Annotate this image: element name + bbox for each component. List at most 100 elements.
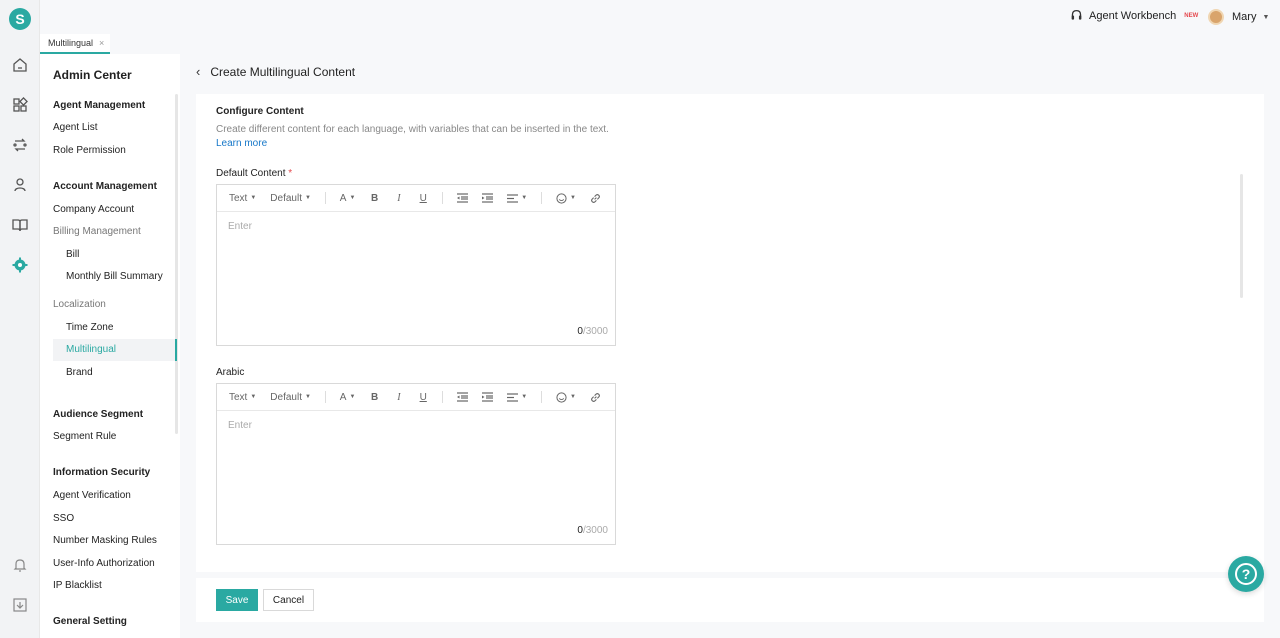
page-title: Create Multilingual Content bbox=[210, 64, 356, 79]
sidebar-item-agent-list[interactable]: Agent List bbox=[53, 122, 97, 133]
back-arrow-icon[interactable]: ‹ bbox=[196, 64, 200, 79]
help-button[interactable]: ? bbox=[1228, 556, 1264, 592]
save-button[interactable]: Save bbox=[216, 589, 258, 611]
agent-workbench-label: Agent Workbench bbox=[1089, 9, 1177, 22]
link-icon[interactable] bbox=[590, 391, 601, 403]
emoji-dropdown[interactable]: ▼ bbox=[556, 391, 576, 403]
char-counter: 0/3000 bbox=[577, 525, 608, 536]
align-dropdown[interactable]: ▼ bbox=[507, 392, 527, 402]
sidebar-scrollbar[interactable] bbox=[175, 94, 178, 434]
italic-icon[interactable]: I bbox=[394, 192, 404, 204]
arabic-label: Arabic bbox=[216, 367, 244, 378]
divider bbox=[324, 192, 326, 204]
text-style-label: Text bbox=[229, 391, 248, 403]
learn-more-link[interactable]: Learn more bbox=[216, 138, 267, 149]
sidebar-item-bill[interactable]: Bill bbox=[66, 249, 79, 260]
emoji-icon bbox=[556, 192, 567, 204]
user-menu[interactable]: Mary ▼ bbox=[1208, 9, 1269, 25]
bold-icon[interactable]: B bbox=[369, 391, 379, 403]
editor-toolbar: Text ▼ Default ▼ A ▼ B I U ▼ ▼ bbox=[217, 384, 615, 411]
align-icon bbox=[507, 392, 519, 402]
font-label: Default bbox=[270, 391, 302, 403]
apps-icon[interactable] bbox=[11, 96, 29, 114]
arabic-content-editor[interactable]: Text ▼ Default ▼ A ▼ B I U ▼ ▼ Enter 0/3000 bbox=[216, 383, 616, 545]
page-header: ‹ Create Multilingual Content bbox=[196, 64, 355, 79]
chevron-down-icon: ▼ bbox=[250, 394, 257, 400]
download-icon[interactable] bbox=[11, 596, 29, 614]
italic-icon[interactable]: I bbox=[394, 391, 404, 403]
sidebar-item-multilingual[interactable]: Multilingual bbox=[53, 339, 177, 361]
sidebar-item-segment-rule[interactable]: Segment Rule bbox=[53, 431, 116, 442]
sidebar-item-brand[interactable]: Brand bbox=[66, 367, 93, 378]
sidebar-item-monthly-bill-summary[interactable]: Monthly Bill Summary bbox=[66, 271, 163, 282]
text-style-dropdown[interactable]: Text ▼ bbox=[229, 392, 256, 403]
content-card: Configure Content Create different conte… bbox=[196, 94, 1264, 572]
flow-icon[interactable] bbox=[11, 136, 29, 154]
editor-placeholder: Enter bbox=[228, 221, 252, 232]
home-icon[interactable] bbox=[11, 56, 29, 74]
tab-multilingual[interactable]: Multilingual × bbox=[40, 34, 110, 54]
group-localization[interactable]: Localization bbox=[53, 299, 106, 310]
group-audience-segment: Audience Segment bbox=[53, 409, 144, 420]
bell-icon[interactable] bbox=[11, 556, 29, 574]
emoji-dropdown[interactable]: ▼ bbox=[556, 192, 576, 204]
book-icon[interactable] bbox=[11, 216, 29, 234]
left-rail: S bbox=[0, 0, 40, 638]
user-name: Mary bbox=[1232, 11, 1257, 23]
editor-placeholder: Enter bbox=[228, 420, 252, 431]
text-style-dropdown[interactable]: Text ▼ bbox=[229, 193, 256, 204]
default-content-label-text: Default Content bbox=[216, 168, 286, 179]
underline-icon[interactable]: U bbox=[418, 391, 428, 403]
align-dropdown[interactable]: ▼ bbox=[507, 193, 528, 203]
headset-icon bbox=[1071, 9, 1082, 20]
font-label: Default bbox=[270, 192, 302, 204]
help-icon: ? bbox=[1235, 563, 1257, 585]
cancel-button[interactable]: Cancel bbox=[263, 589, 314, 611]
font-color-dropdown[interactable]: A ▼ bbox=[340, 392, 356, 403]
text-style-label: Text bbox=[229, 192, 248, 204]
chevron-down-icon: ▼ bbox=[570, 195, 576, 201]
bold-icon[interactable]: B bbox=[369, 192, 379, 204]
content-scrollbar[interactable] bbox=[1240, 174, 1243, 298]
chevron-down-icon: ▼ bbox=[250, 195, 257, 201]
sidebar-title: Admin Center bbox=[53, 68, 132, 82]
sidebar-item-agent-verification[interactable]: Agent Verification bbox=[53, 490, 131, 501]
agent-workbench-link[interactable]: Agent Workbench NEW bbox=[1070, 9, 1198, 22]
chevron-down-icon: ▼ bbox=[570, 394, 576, 400]
font-dropdown[interactable]: Default ▼ bbox=[270, 193, 311, 204]
emoji-icon bbox=[556, 391, 567, 403]
default-content-editor[interactable]: Text ▼ Default ▼ A ▼ B I U ▼ ▼ Enter 0/3000 bbox=[216, 184, 616, 346]
sidebar-item-sso[interactable]: SSO bbox=[53, 513, 74, 524]
font-dropdown[interactable]: Default ▼ bbox=[270, 392, 311, 403]
form-footer: Save Cancel bbox=[196, 578, 1264, 622]
close-icon[interactable]: × bbox=[99, 38, 104, 48]
chevron-down-icon: ▼ bbox=[304, 394, 311, 400]
chevron-down-icon: ▼ bbox=[521, 195, 528, 201]
font-color-dropdown[interactable]: A ▼ bbox=[340, 193, 356, 204]
indent-increase-icon[interactable] bbox=[482, 391, 494, 403]
settings-gear-icon[interactable] bbox=[11, 256, 29, 274]
indent-increase-icon[interactable] bbox=[482, 192, 494, 204]
sidebar-item-company-account[interactable]: Company Account bbox=[53, 204, 134, 215]
underline-icon[interactable]: U bbox=[418, 192, 428, 204]
link-icon[interactable] bbox=[590, 192, 601, 204]
group-billing-management[interactable]: Billing Management bbox=[53, 226, 141, 237]
sidebar-item-time-zone[interactable]: Time Zone bbox=[66, 322, 113, 333]
app-logo[interactable]: S bbox=[9, 8, 31, 30]
sidebar-item-role-permission[interactable]: Role Permission bbox=[53, 145, 126, 156]
font-color-icon: A bbox=[339, 391, 347, 403]
indent-decrease-icon[interactable] bbox=[457, 192, 469, 204]
chevron-down-icon: ▼ bbox=[304, 195, 311, 201]
divider bbox=[442, 192, 444, 204]
new-badge: NEW bbox=[1184, 12, 1199, 19]
divider bbox=[442, 391, 444, 403]
group-general-setting: General Setting bbox=[53, 616, 127, 627]
sidebar-item-ip-blacklist[interactable]: IP Blacklist bbox=[53, 580, 102, 591]
chevron-down-icon: ▼ bbox=[1262, 13, 1270, 21]
sidebar-item-user-info-authorization[interactable]: User-Info Authorization bbox=[53, 558, 155, 569]
indent-decrease-icon[interactable] bbox=[457, 391, 469, 403]
sidebar-item-number-masking-rules[interactable]: Number Masking Rules bbox=[53, 535, 157, 546]
agent-icon[interactable] bbox=[11, 176, 29, 194]
admin-sidebar: Admin Center Agent Management Agent List… bbox=[40, 54, 180, 638]
align-icon bbox=[507, 193, 519, 203]
